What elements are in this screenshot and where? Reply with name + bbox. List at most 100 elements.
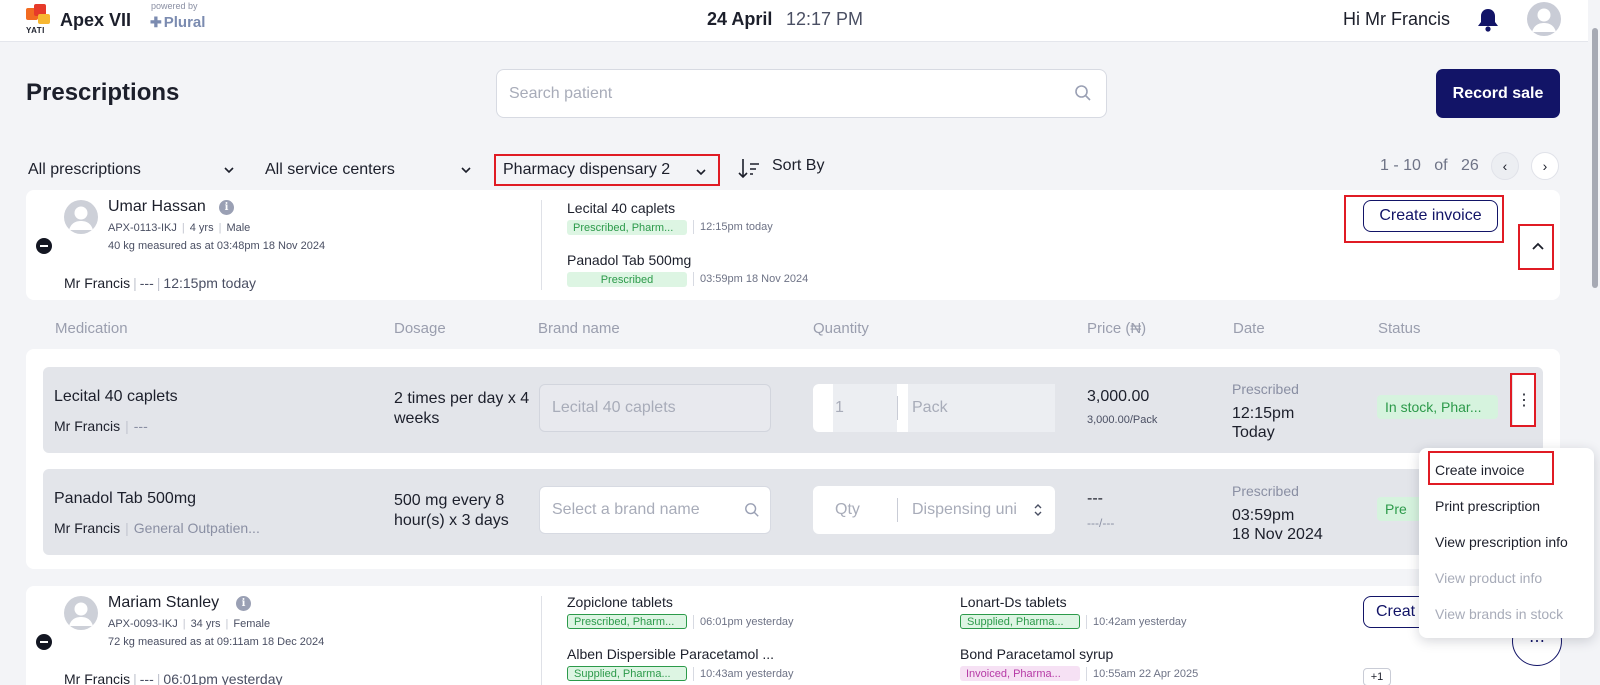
current-time: 12:17 PM (786, 9, 864, 29)
rx-item-name: Bond Paracetamol syrup (960, 646, 1114, 662)
patient-card[interactable]: Mariam Stanley i APX-0093-IKJ | 34 yrs | Fem… (26, 586, 1562, 685)
rx-status-badge: Invoiced, Pharma... (960, 666, 1080, 681)
top-bar: YATI Apex VII powered by ✚ Plural 24 Apri… (0, 0, 1600, 42)
highlight-box (1428, 451, 1554, 485)
rx-time: 10:43am yesterday (693, 667, 794, 681)
page-total: 26 (1460, 157, 1479, 174)
row-actions-menu: Create invoice Print prescription View p… (1419, 448, 1594, 638)
app-logo[interactable]: YATI (26, 4, 52, 35)
doctor-name: Mr Francis (64, 671, 131, 685)
patient-sex: Female (233, 618, 271, 630)
brand-input: Lecital 40 caplets (539, 384, 771, 432)
date-label: Prescribed (1232, 483, 1299, 499)
rx-item-name: Alben Dispersible Paracetamol ... (567, 646, 774, 662)
scrollbar-thumb[interactable] (1592, 28, 1598, 288)
patient-avatar (64, 596, 98, 630)
medication-name: Lecital 40 caplets (54, 388, 178, 405)
quantity-input[interactable]: Qty (813, 501, 897, 519)
search-icon (745, 503, 759, 517)
prev-page-button[interactable]: ‹ (1491, 152, 1519, 180)
search-icon[interactable] (1074, 84, 1092, 102)
dosage: 2 times per day x 4 weeks (394, 390, 530, 427)
sort-by-button[interactable]: Sort By (772, 157, 824, 175)
menu-view-product-info: View product info (1435, 570, 1543, 586)
divider (541, 200, 542, 290)
doctor-name: Mr Francis (64, 275, 131, 291)
patient-meta: APX-0093-IKJ | 34 yrs | Female (108, 618, 271, 630)
pagination-info: 1 - 10 of 26 (1380, 157, 1479, 175)
patient-name[interactable]: Umar Hassan (108, 198, 206, 216)
patient-footer: Mr Francis | --- | 06:01pm yesterday (64, 671, 283, 685)
doctor-name: Mr Francis (54, 520, 121, 536)
table-row[interactable]: Lecital 40 caplets Mr Francis | --- 2 time… (43, 367, 1543, 453)
department: --- (139, 671, 154, 685)
patient-id: APX-0093-IKJ (108, 618, 178, 630)
record-sale-button[interactable]: Record sale (1436, 69, 1560, 118)
patient-sex: Male (226, 222, 251, 234)
rx-time: 03:59pm 18 Nov 2024 (693, 272, 808, 286)
patient-name[interactable]: Mariam Stanley (108, 594, 219, 612)
rx-status-badge: Prescribed, Pharm... (567, 220, 687, 235)
divider (541, 596, 542, 685)
chevron-down-icon (696, 169, 706, 176)
table-row[interactable]: Panadol Tab 500mg Mr Francis | General Out… (43, 469, 1543, 555)
app-name: Apex VII (60, 10, 132, 30)
quantity-input-group[interactable]: Qty Dispensing uni (813, 486, 1055, 534)
next-page-button[interactable]: › (1531, 152, 1559, 180)
patient-weight: 40 kg measured as at 03:48pm 18 Nov 2024 (108, 240, 326, 252)
dispensing-unit-select[interactable]: Dispensing uni (898, 501, 1033, 519)
department: General Outpatien... (133, 520, 260, 536)
menu-print-prescription[interactable]: Print prescription (1435, 498, 1540, 514)
rx-status-badge: Supplied, Pharma... (567, 666, 687, 681)
chevron-left-icon: ‹ (1502, 158, 1508, 174)
partner-logo: ✚ Plural (150, 14, 205, 31)
patient-weight: 72 kg measured as at 09:11am 18 Dec 2024 (108, 636, 325, 648)
col-medication: Medication (55, 320, 128, 337)
rx-item-name: Zopiclone tablets (567, 594, 673, 610)
search-box[interactable] (496, 69, 1107, 118)
bell-icon[interactable] (1477, 8, 1499, 32)
page-of: of (1434, 157, 1448, 174)
patient-avatar (64, 200, 98, 234)
col-price: Price (₦) (1087, 320, 1147, 337)
rx-item-name: Lecital 40 caplets (567, 200, 676, 216)
plural-icon: ✚ (150, 14, 162, 30)
medication-sub: Mr Francis | --- (54, 418, 148, 434)
logo-text: YATI (26, 26, 45, 35)
info-icon[interactable]: i (219, 200, 234, 215)
more-items-badge[interactable]: +1 (1363, 668, 1391, 685)
patient-footer: Mr Francis | --- | 12:15pm today (64, 275, 257, 291)
brand-search-input[interactable]: Select a brand name (539, 486, 771, 534)
menu-view-prescription-info[interactable]: View prescription info (1435, 534, 1568, 550)
brand-placeholder: Select a brand name (552, 501, 700, 518)
rx-time: 10:55am 22 Apr 2025 (1086, 667, 1198, 681)
info-icon[interactable]: i (236, 596, 251, 611)
service-center-filter[interactable]: All service centers (265, 154, 475, 186)
collapse-patient-icon[interactable] (36, 634, 52, 650)
sort-icon[interactable] (738, 157, 760, 179)
department: --- (139, 275, 154, 291)
menu-view-brands-in-stock: View brands in stock (1435, 606, 1564, 622)
dispensary-filter[interactable]: Pharmacy dispensary 2 (494, 154, 720, 186)
partner-name: Plural (163, 14, 206, 31)
prescriptions-filter[interactable]: All prescriptions (28, 154, 238, 186)
collapse-patient-icon[interactable] (36, 238, 52, 254)
visit-time: 06:01pm yesterday (163, 671, 283, 685)
rx-item-name: Lonart-Ds tablets (960, 594, 1067, 610)
medication-sub: Mr Francis | General Outpatien... (54, 520, 260, 536)
rx-status-badge: Supplied, Pharma... (960, 614, 1080, 629)
page-range: 1 - 10 (1380, 157, 1421, 174)
status-badge: In stock, Phar... (1377, 395, 1498, 419)
page-title: Prescriptions (26, 79, 180, 106)
unit-price: 3,000.00/Pack (1087, 414, 1158, 426)
medication-name: Panadol Tab 500mg (54, 490, 197, 507)
patient-meta: APX-0113-IKJ | 4 yrs | Male (108, 222, 251, 234)
col-date: Date (1233, 320, 1265, 337)
patient-card[interactable]: Umar Hassan i APX-0113-IKJ | 4 yrs | Male 40… (26, 190, 1560, 300)
service-center-filter-value: All service centers (265, 161, 395, 178)
select-arrows-icon (1034, 504, 1042, 516)
user-avatar[interactable] (1527, 2, 1561, 36)
rx-time: 06:01pm yesterday (693, 615, 794, 629)
doctor-name: Mr Francis (54, 418, 121, 434)
search-input[interactable] (497, 70, 1057, 117)
